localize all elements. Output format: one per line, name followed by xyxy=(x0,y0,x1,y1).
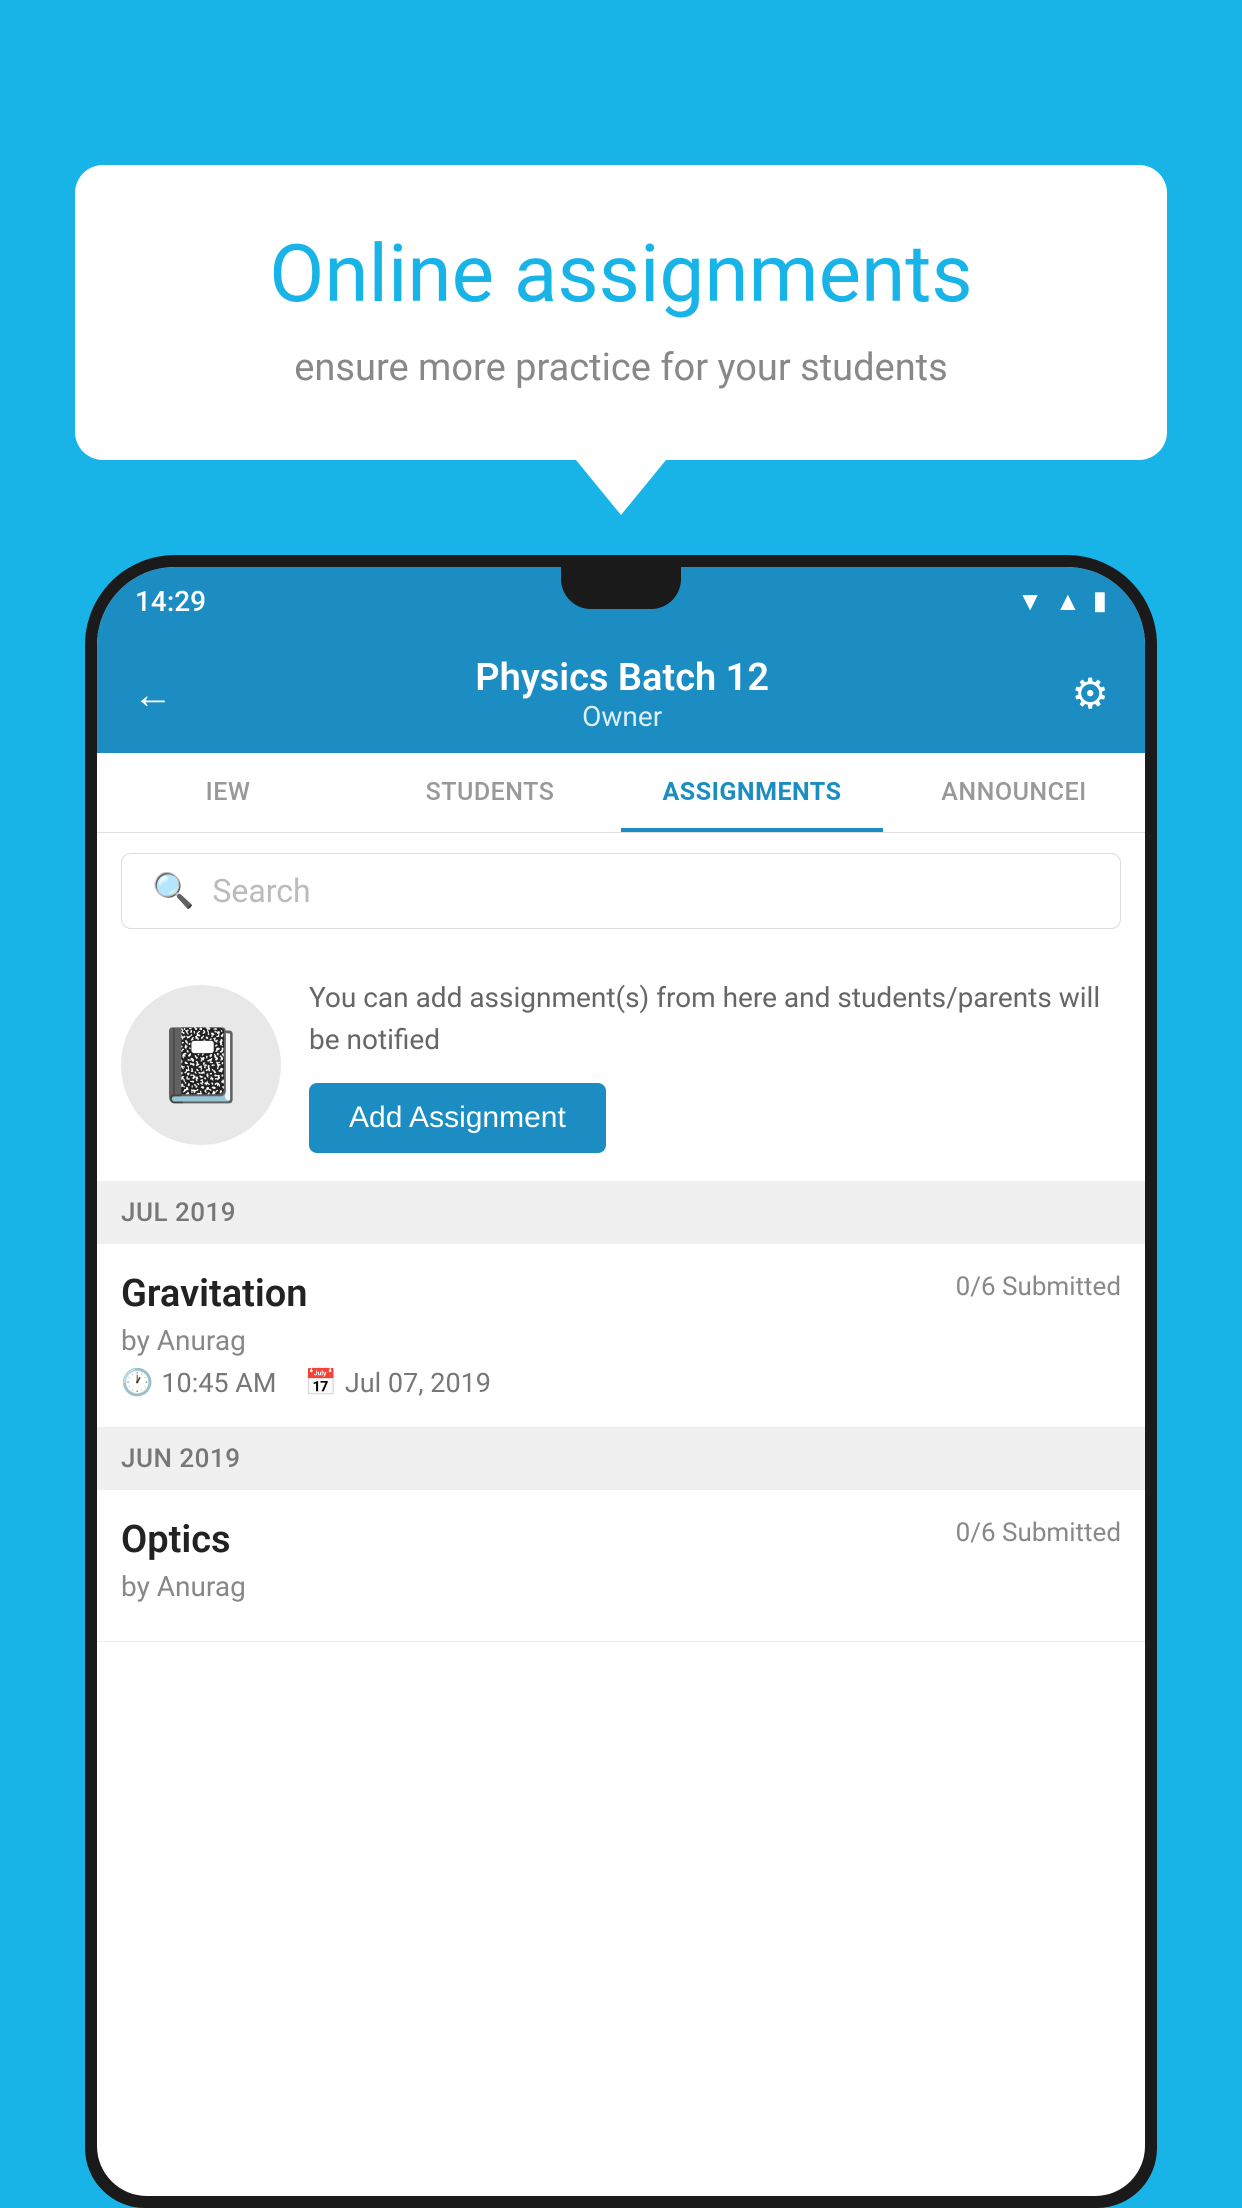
notebook-icon: 📓 xyxy=(156,1023,246,1108)
back-button[interactable]: ← xyxy=(133,671,173,718)
header-title: Physics Batch 12 xyxy=(475,656,769,700)
assignment-item-gravitation[interactable]: Gravitation 0/6 Submitted by Anurag 🕐 10… xyxy=(97,1244,1145,1428)
search-icon: 🔍 xyxy=(152,871,194,911)
assignment-name: Gravitation xyxy=(121,1272,308,1316)
assignment-author: by Anurag xyxy=(121,1324,1121,1357)
tab-iew[interactable]: IEW xyxy=(97,753,359,832)
search-placeholder: Search xyxy=(212,872,310,910)
speech-bubble-section: Online assignments ensure more practice … xyxy=(75,165,1167,515)
clock-icon: 🕐 xyxy=(121,1368,153,1398)
speech-bubble-tail xyxy=(576,460,666,515)
tab-assignments[interactable]: ASSIGNMENTS xyxy=(621,753,883,832)
app-header: ← Physics Batch 12 Owner ⚙ xyxy=(97,635,1145,753)
battery-icon: ▮ xyxy=(1093,586,1107,616)
status-time: 14:29 xyxy=(135,585,206,618)
header-center: Physics Batch 12 Owner xyxy=(475,656,769,733)
assignment-icon-circle: 📓 xyxy=(121,985,281,1145)
tab-announcements[interactable]: ANNOUNCEI xyxy=(883,753,1145,832)
add-assignment-card: 📓 You can add assignment(s) from here an… xyxy=(97,949,1145,1182)
assignment-submitted: 0/6 Submitted xyxy=(956,1272,1121,1302)
add-assignment-button[interactable]: Add Assignment xyxy=(309,1083,606,1153)
assignment-submitted-optics: 0/6 Submitted xyxy=(956,1518,1121,1548)
settings-icon[interactable]: ⚙ xyxy=(1071,669,1109,719)
phone-content: ← Physics Batch 12 Owner ⚙ IEW STUDENTS … xyxy=(97,635,1145,2196)
assignment-item-header-optics: Optics 0/6 Submitted xyxy=(121,1518,1121,1562)
tab-students[interactable]: STUDENTS xyxy=(359,753,621,832)
signal-icon: ▲ xyxy=(1055,586,1081,617)
speech-bubble-title: Online assignments xyxy=(155,230,1087,318)
assignment-info: You can add assignment(s) from here and … xyxy=(309,977,1121,1153)
wifi-icon: ▼ xyxy=(1017,586,1043,617)
search-input-wrapper[interactable]: 🔍 Search xyxy=(121,853,1121,929)
section-header-jun: JUN 2019 xyxy=(97,1428,1145,1490)
assignment-item-header: Gravitation 0/6 Submitted xyxy=(121,1272,1121,1316)
assignment-description: You can add assignment(s) from here and … xyxy=(309,977,1121,1061)
search-container: 🔍 Search xyxy=(97,833,1145,949)
assignment-time: 🕐 10:45 AM xyxy=(121,1367,277,1399)
phone-notch xyxy=(561,567,681,609)
assignment-meta: 🕐 10:45 AM 📅 Jul 07, 2019 xyxy=(121,1367,1121,1399)
calendar-icon: 📅 xyxy=(305,1368,337,1398)
section-header-jul: JUL 2019 xyxy=(97,1182,1145,1244)
speech-bubble-subtitle: ensure more practice for your students xyxy=(155,346,1087,390)
assignment-name-optics: Optics xyxy=(121,1518,231,1562)
assignment-item-optics[interactable]: Optics 0/6 Submitted by Anurag xyxy=(97,1490,1145,1642)
status-icons: ▼ ▲ ▮ xyxy=(1017,586,1107,617)
tabs-bar: IEW STUDENTS ASSIGNMENTS ANNOUNCEI xyxy=(97,753,1145,833)
assignment-author-optics: by Anurag xyxy=(121,1570,1121,1603)
phone-screen: 14:29 ▼ ▲ ▮ ← Physics Batch 12 Owner ⚙ I… xyxy=(97,567,1145,2196)
header-subtitle: Owner xyxy=(475,700,769,733)
phone-frame: 14:29 ▼ ▲ ▮ ← Physics Batch 12 Owner ⚙ I… xyxy=(85,555,1157,2208)
assignment-date: 📅 Jul 07, 2019 xyxy=(305,1367,491,1399)
speech-bubble: Online assignments ensure more practice … xyxy=(75,165,1167,460)
